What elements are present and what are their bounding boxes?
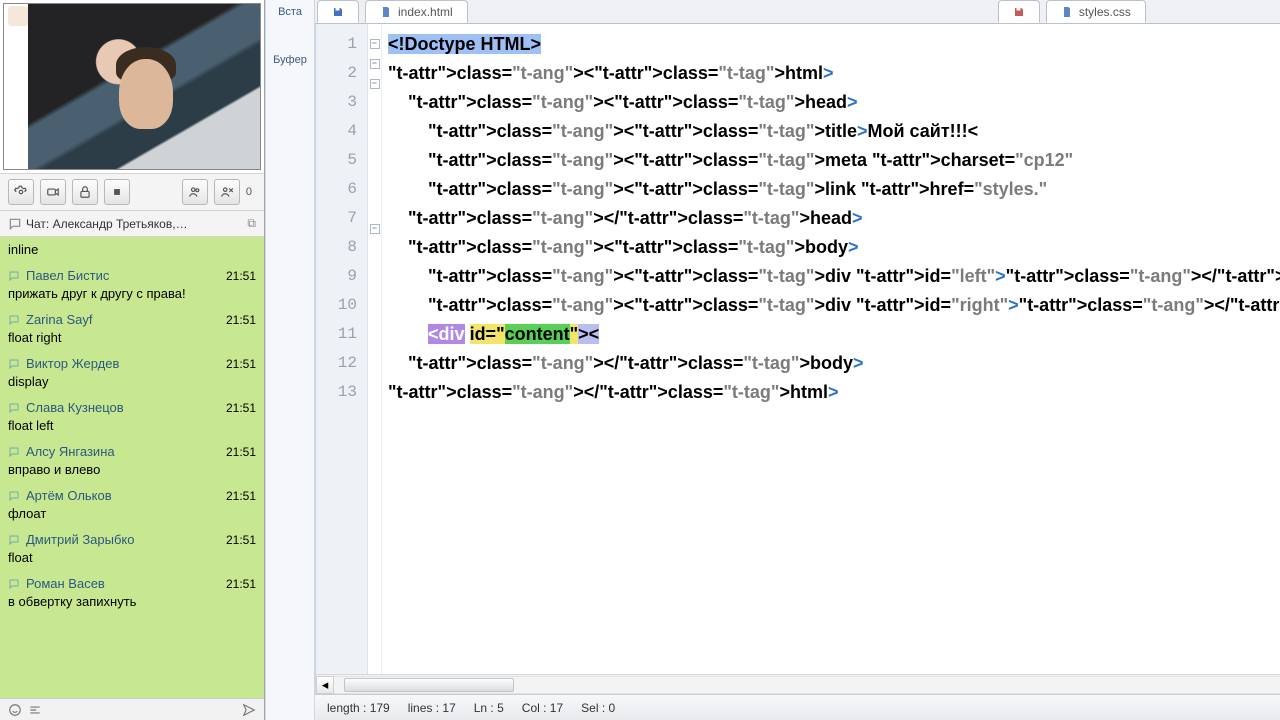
camera-icon[interactable] bbox=[40, 179, 66, 205]
chat-text: вправо и влево bbox=[8, 459, 256, 484]
status-sel: Sel : 0 bbox=[581, 701, 615, 715]
bubble-icon bbox=[8, 534, 20, 546]
chat-message: Артём Ольков 21:51флоат bbox=[0, 486, 264, 530]
chat-author: Павел Бистис bbox=[26, 268, 109, 283]
file-icon bbox=[1061, 6, 1073, 18]
chat-message-header: Виктор Жердев 21:51 bbox=[8, 356, 256, 371]
chat-text: display bbox=[8, 371, 256, 396]
code-editor: index.html styles.css 12345678910111213 … bbox=[315, 0, 1280, 720]
chat-message-header: Артём Ольков 21:51 bbox=[8, 488, 256, 503]
ribbon-insert[interactable]: Вста bbox=[266, 6, 314, 18]
chat-time: 21:51 bbox=[226, 357, 256, 371]
chat-time: 21:51 bbox=[226, 401, 256, 415]
contact-count: 0 bbox=[246, 186, 252, 198]
chat-author: Артём Ольков bbox=[26, 488, 112, 503]
scroll-left-icon[interactable]: ◂ bbox=[316, 676, 334, 694]
chat-title: Чат: Александр Третьяков,… bbox=[26, 217, 188, 231]
chat-message: Zarina Sayf 21:51float right bbox=[0, 310, 264, 354]
webcam-toolbar: 0 bbox=[0, 173, 264, 211]
chat-message: Алсу Янгазина 21:51вправо и влево bbox=[0, 442, 264, 486]
chat-bubble-icon bbox=[8, 217, 22, 231]
tab-label: styles.css bbox=[1079, 5, 1131, 19]
chat-input-bar bbox=[0, 698, 264, 720]
tab-label: index.html bbox=[398, 5, 453, 19]
editor-pane-html: 12345678910111213 −−−− <!Doctype HTML>"t… bbox=[315, 24, 1280, 694]
ribbon-left-slice: Вста Буфер bbox=[265, 0, 315, 720]
chat-time: 21:51 bbox=[226, 445, 256, 459]
chat-message-header: Zarina Sayf 21:51 bbox=[8, 312, 256, 327]
line-gutter: 12345678910111213 bbox=[316, 24, 368, 674]
chat-time: 21:51 bbox=[226, 269, 256, 283]
chat-text: флоат bbox=[8, 503, 256, 528]
chat-author: Дмитрий Зарыбко bbox=[26, 532, 135, 547]
chat-time: 21:51 bbox=[226, 313, 256, 327]
chat-message-header: Павел Бистис 21:51 bbox=[8, 268, 256, 283]
chat-author: Виктор Жердев bbox=[26, 356, 119, 371]
status-ln: Ln : 5 bbox=[474, 701, 504, 715]
chat-text: float right bbox=[8, 327, 256, 352]
chat-author: Роман Васев bbox=[26, 576, 105, 591]
scroll-thumb[interactable] bbox=[344, 678, 514, 692]
send-icon[interactable] bbox=[242, 703, 256, 717]
format-icon[interactable] bbox=[28, 703, 42, 717]
chat-message: inline bbox=[0, 237, 264, 266]
chat-message: Слава Кузнецов 21:51float left bbox=[0, 398, 264, 442]
fold-gutter[interactable]: −−−− bbox=[368, 24, 382, 674]
chat-message-list[interactable]: inlineПавел Бистис21:51прижать друг к др… bbox=[0, 237, 264, 698]
chat-message: Роман Васев 21:51в обвертку запихнуть bbox=[0, 574, 264, 618]
chat-text: в обвертку запихнуть bbox=[8, 591, 256, 616]
chat-author: Слава Кузнецов bbox=[26, 400, 124, 415]
file-icon bbox=[380, 6, 392, 18]
chat-text: прижать друг к другу с права! bbox=[8, 283, 256, 308]
tab-styles-css[interactable]: styles.css bbox=[1046, 0, 1146, 23]
chat-time: 21:51 bbox=[226, 577, 256, 591]
tab-index-html[interactable]: index.html bbox=[365, 0, 468, 23]
bubble-icon bbox=[8, 270, 20, 282]
emoji-icon[interactable] bbox=[8, 703, 22, 717]
popout-icon[interactable]: ⧉ bbox=[247, 216, 256, 231]
code-area-html[interactable]: <!Doctype HTML>"t-attr">class="t-ang"><"… bbox=[382, 24, 1280, 674]
stop-icon[interactable] bbox=[104, 179, 130, 205]
editor-tab-bar: index.html styles.css bbox=[315, 0, 1280, 24]
bubble-icon bbox=[8, 490, 20, 502]
chat-time: 21:51 bbox=[226, 489, 256, 503]
bubble-icon bbox=[8, 578, 20, 590]
contacts-closed-icon[interactable] bbox=[214, 179, 240, 205]
bubble-icon bbox=[8, 446, 20, 458]
status-bar: length : 179 lines : 17 Ln : 5 Col : 17 … bbox=[315, 694, 1280, 720]
gear-icon[interactable] bbox=[8, 179, 34, 205]
chat-message-header: Алсу Янгазина 21:51 bbox=[8, 444, 256, 459]
bubble-icon bbox=[8, 358, 20, 370]
status-col: Col : 17 bbox=[522, 701, 563, 715]
chat-message: Виктор Жердев 21:51display bbox=[0, 354, 264, 398]
chat-message-header: Дмитрий Зарыбко 21:51 bbox=[8, 532, 256, 547]
chat-time: 21:51 bbox=[226, 533, 256, 547]
chat-author: Zarina Sayf bbox=[26, 312, 92, 327]
chat-message-header: Слава Кузнецов 21:51 bbox=[8, 400, 256, 415]
chat-author: Алсу Янгазина bbox=[26, 444, 115, 459]
chat-text: float bbox=[8, 547, 256, 572]
webcam-viewport bbox=[3, 3, 261, 170]
status-length: length : 179 bbox=[327, 701, 390, 715]
h-scrollbar[interactable]: ◂ ▸ bbox=[316, 674, 1280, 694]
save-icon[interactable] bbox=[317, 0, 359, 23]
chat-message-header: Роман Васев 21:51 bbox=[8, 576, 256, 591]
status-lines: lines : 17 bbox=[408, 701, 456, 715]
communicator-panel: 0 Чат: Александр Третьяков,… ⧉ inlineПав… bbox=[0, 0, 265, 720]
chat-text: float left bbox=[8, 415, 256, 440]
ribbon-clipboard-label: Буфер bbox=[266, 54, 314, 66]
save-icon[interactable] bbox=[998, 0, 1040, 23]
chat-header: Чат: Александр Третьяков,… ⧉ bbox=[0, 211, 264, 237]
chat-message: Павел Бистис 21:51прижать друг к другу с … bbox=[0, 266, 264, 310]
contacts-icon[interactable] bbox=[182, 179, 208, 205]
chat-text: inline bbox=[8, 239, 256, 264]
chat-message: Дмитрий Зарыбко 21:51float bbox=[0, 530, 264, 574]
presenter-avatar-icon bbox=[8, 6, 28, 26]
lock-icon[interactable] bbox=[72, 179, 98, 205]
bubble-icon bbox=[8, 402, 20, 414]
bubble-icon bbox=[8, 314, 20, 326]
